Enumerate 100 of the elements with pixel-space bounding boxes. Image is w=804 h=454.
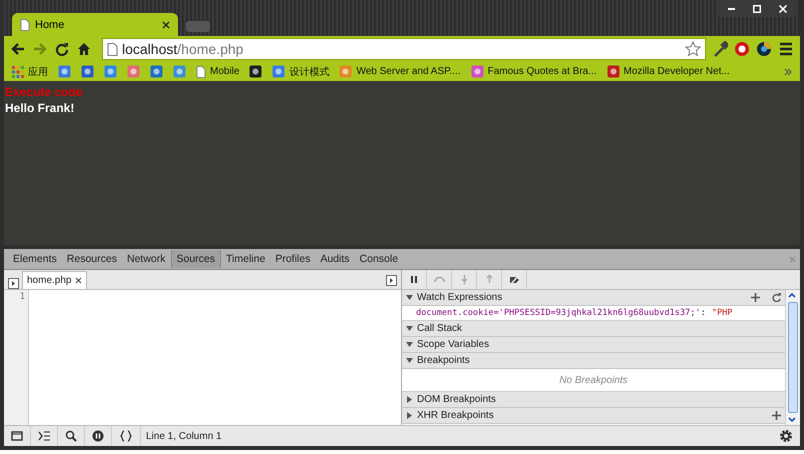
forward-icon: [32, 41, 48, 57]
devtools-tab[interactable]: Network: [122, 250, 170, 268]
devtools-tab[interactable]: Timeline: [221, 250, 270, 268]
double-chevron-icon: [784, 68, 792, 76]
devtools-tab[interactable]: Console: [354, 250, 404, 268]
expanded-triangle-icon: [406, 341, 413, 348]
tab-title: Home: [35, 18, 64, 30]
close-icon: [779, 4, 787, 12]
add-button[interactable]: [751, 293, 760, 302]
home-button[interactable]: [76, 41, 92, 57]
scrollbar[interactable]: [785, 290, 800, 425]
section-header[interactable]: Call Stack: [402, 321, 785, 337]
favicon-icon: [606, 65, 620, 78]
step-out-icon: [484, 274, 494, 285]
devtools-tab[interactable]: Resources: [62, 250, 122, 268]
devtools-tab[interactable]: Elements: [8, 250, 62, 268]
add-button[interactable]: [772, 411, 781, 420]
bookmark-icon-button[interactable]: [249, 65, 262, 78]
section-header[interactable]: DOM Breakpoints: [402, 392, 785, 408]
favicon-icon: [339, 65, 352, 78]
back-icon: [10, 41, 26, 57]
section-header[interactable]: Scope Variables: [402, 337, 785, 353]
settings-icon: [779, 429, 793, 443]
braces-icon: [119, 430, 133, 442]
page-icon: [20, 18, 30, 30]
favicon-icon: [249, 65, 262, 78]
refresh-button[interactable]: [772, 293, 781, 302]
debugger-toggle-button[interactable]: [386, 275, 397, 286]
color-wheel-button[interactable]: [756, 41, 772, 57]
favicon-icon: [104, 65, 117, 78]
section-header[interactable]: Watch Expressions: [402, 290, 785, 306]
chevron-down-icon: [786, 415, 798, 425]
bookmark[interactable]: 应用: [12, 64, 48, 78]
deactivate-breakpoints-icon: [508, 274, 520, 285]
expanded-triangle-icon: [406, 357, 413, 364]
panel-toggle-icon: [386, 275, 397, 286]
close-icon: [75, 277, 82, 284]
favicon-icon: [272, 65, 286, 78]
section-title: Watch Expressions: [417, 292, 502, 303]
close-button[interactable]: [770, 0, 796, 17]
devtools-tab[interactable]: Sources: [170, 250, 222, 268]
address-bar[interactable]: localhost/home.php: [102, 38, 706, 60]
bookmark[interactable]: 设计模式: [272, 64, 330, 78]
dock-icon: [11, 430, 23, 442]
section-title: Scope Variables: [417, 339, 490, 350]
section-header[interactable]: XHR Breakpoints: [402, 408, 785, 424]
maximize-icon: [753, 4, 761, 12]
add-icon: [772, 411, 781, 420]
bookmark[interactable]: Famous Quotes at Bra...: [470, 65, 597, 78]
reload-button[interactable]: [54, 41, 70, 57]
color-wheel-icon: [756, 41, 772, 57]
devtools-tab[interactable]: Profiles: [270, 250, 316, 268]
favicon-icon: [150, 65, 163, 78]
menu-icon: [778, 41, 794, 57]
minimize-icon: [728, 8, 734, 10]
grid-icon: [12, 66, 24, 78]
line-number: 1: [18, 292, 25, 302]
more-bookmarks-button[interactable]: [784, 68, 792, 76]
section-title: XHR Breakpoints: [417, 410, 494, 421]
close-icon: [162, 20, 170, 28]
bookmark[interactable]: Web Server and ASP....: [339, 65, 461, 78]
favicon-icon: [470, 65, 484, 78]
favicon-icon: [127, 65, 140, 78]
refresh-icon: [772, 293, 781, 302]
page-icon: [107, 42, 118, 56]
star-icon[interactable]: [685, 41, 701, 57]
url-text: localhost/home.php: [122, 41, 244, 57]
devtools-tab[interactable]: Audits: [315, 250, 355, 268]
bookmark[interactable]: Mobile: [196, 66, 240, 78]
expanded-triangle-icon: [406, 325, 413, 332]
section-header[interactable]: Breakpoints: [402, 353, 785, 369]
file-tab[interactable]: home.php: [22, 271, 88, 289]
panel-toggle-icon: [8, 278, 19, 289]
code-editor[interactable]: 1: [4, 290, 401, 425]
search-icon: [65, 430, 77, 442]
reload-icon: [54, 41, 70, 57]
browser-tab[interactable]: Home: [12, 13, 178, 36]
step-over-icon: [434, 274, 444, 285]
expanded-triangle-icon: [406, 294, 413, 301]
stop-sign-icon: [734, 41, 750, 57]
bookmark[interactable]: Mozilla Developer Net...: [606, 65, 730, 78]
pause-on-exceptions-icon: [92, 430, 104, 442]
close-file-button[interactable]: [75, 277, 82, 284]
close-icon: [789, 256, 796, 262]
favicon-icon: [173, 65, 186, 78]
close-tab-button[interactable]: [162, 20, 170, 28]
chevron-up-icon: [786, 290, 798, 300]
navigator-toggle-button[interactable]: [8, 278, 19, 289]
home-icon: [76, 41, 92, 57]
cursor-position: Line 1, Column 1: [145, 430, 222, 442]
collapsed-triangle-icon: [406, 412, 413, 419]
eyedropper-icon: [712, 41, 728, 57]
menu-button[interactable]: [778, 41, 794, 57]
favicon-icon: [81, 65, 94, 78]
console-toggle-icon: [38, 430, 50, 442]
back-button[interactable]: [10, 41, 26, 57]
greeting-text: Hello Frank!: [5, 101, 74, 115]
stop-sign-button[interactable]: [734, 41, 750, 57]
eyedropper-button[interactable]: [712, 41, 728, 57]
minimize-button[interactable]: [718, 0, 744, 17]
